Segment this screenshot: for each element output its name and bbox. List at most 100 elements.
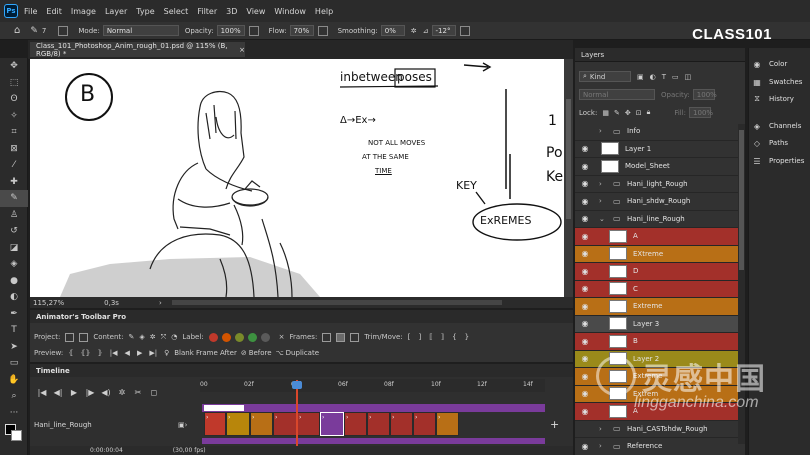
lock-artboard-icon[interactable]: ⊡ <box>636 109 642 117</box>
playhead[interactable] <box>296 380 298 455</box>
layer-row[interactable]: ◉ › ▭ Hani_shdw_Rough <box>575 193 738 211</box>
angle-field[interactable]: -12° <box>431 25 456 36</box>
clone-stamp-icon[interactable]: ♙ <box>0 207 28 224</box>
timeline-frame[interactable]: › <box>344 412 367 436</box>
menu-layer[interactable]: Layer <box>105 7 127 16</box>
lock-pixels-icon[interactable]: ▦ <box>602 109 609 117</box>
pressure-size-icon[interactable] <box>459 25 470 36</box>
visibility-eye-icon[interactable]: ◉ <box>575 228 595 245</box>
zoom-tool-icon[interactable]: ⌕ <box>0 388 28 405</box>
dock-paths[interactable]: ◇ Paths <box>752 138 788 148</box>
preview-next-icon[interactable]: ▶| <box>149 349 157 357</box>
frames-new-icon[interactable] <box>322 332 332 342</box>
status-arrow-icon[interactable]: › <box>159 299 162 307</box>
zoom-level[interactable]: 115,27% <box>33 299 64 307</box>
trim-right-icon[interactable]: } <box>465 333 469 341</box>
content-lock-icon[interactable]: ◔ <box>171 333 177 341</box>
duplicate-button[interactable]: Duplicate <box>286 349 319 357</box>
pen-tool-icon[interactable]: ✒ <box>0 306 28 323</box>
color-swatches[interactable] <box>0 421 28 445</box>
visibility-eye-icon[interactable]: ◉ <box>575 403 595 420</box>
filter-shape-icon[interactable]: ▭ <box>672 73 679 81</box>
brush-size[interactable]: 7 <box>42 27 46 35</box>
layer-row[interactable]: ◉ › ▭ Reference <box>575 438 738 455</box>
timecode[interactable]: 0:00:00:04 <box>90 447 123 454</box>
label-red[interactable] <box>208 332 218 342</box>
group-chevron-icon[interactable]: › <box>599 180 607 188</box>
visibility-eye-icon[interactable]: ◉ <box>575 351 595 368</box>
group-chevron-icon[interactable]: › <box>599 425 607 433</box>
preview-back-icon[interactable]: ◀ <box>125 349 130 357</box>
preview-prev-icon[interactable]: |◀ <box>110 349 118 357</box>
onion-skin-icon[interactable]: ♀ <box>164 349 169 357</box>
track-frame-white[interactable] <box>204 405 244 411</box>
menu-file[interactable]: File <box>24 7 37 16</box>
audio-icon[interactable]: ◀) <box>98 388 114 397</box>
layer-row[interactable]: › ▭ Info <box>575 123 738 141</box>
visibility-eye-icon[interactable]: ◉ <box>575 246 595 263</box>
lock-all-icon[interactable]: 🔒︎ <box>647 108 651 117</box>
layers-scrollbar-thumb[interactable] <box>739 130 744 270</box>
blur-tool-icon[interactable]: ● <box>0 273 28 290</box>
lock-move-icon[interactable]: ✥ <box>625 109 631 117</box>
preview-end-icon[interactable]: ⦄ <box>98 349 103 357</box>
dock-history[interactable]: ⧖ History <box>752 94 794 104</box>
layer-row[interactable]: ◉ Layer 3 <box>575 315 738 333</box>
filter-pixel-icon[interactable]: ▣ <box>637 73 644 81</box>
scrollbar-thumb[interactable] <box>566 99 571 219</box>
filter-adjust-icon[interactable]: ◐ <box>650 73 656 81</box>
label-olive[interactable] <box>234 332 244 342</box>
menu-image[interactable]: Image <box>71 7 96 16</box>
next-frame-icon[interactable]: |▶ <box>82 388 98 397</box>
trim-left-icon[interactable]: { <box>452 333 456 341</box>
content-pen-icon[interactable]: ✎ <box>129 333 135 341</box>
filter-smart-icon[interactable]: ◫ <box>685 73 692 81</box>
playhead-handle[interactable] <box>292 381 302 389</box>
visibility-eye-icon[interactable]: ◉ <box>575 438 595 455</box>
trim-extend-icon[interactable]: ⟧ <box>441 333 444 341</box>
timeline-frame[interactable]: › <box>436 412 459 436</box>
visibility-eye-icon[interactable]: ◉ <box>575 333 595 350</box>
dodge-tool-icon[interactable]: ◐ <box>0 289 28 306</box>
trim-start-icon[interactable]: [ <box>408 333 411 341</box>
label-clear-icon[interactable]: × <box>279 333 285 341</box>
rectangle-tool-icon[interactable]: ▭ <box>0 355 28 372</box>
visibility-eye-icon[interactable]: ◉ <box>575 193 595 210</box>
preview-loop-icon[interactable]: ⦃⦄ <box>80 349 90 357</box>
timeline-frame[interactable]: › <box>367 412 390 436</box>
layer-row[interactable]: ◉ C <box>575 280 738 298</box>
layer-row[interactable]: ◉ Layer 1 <box>575 140 738 158</box>
document-tab[interactable]: Class_101_Photoshop_Anim_rough_01.psd @ … <box>30 42 245 58</box>
group-chevron-icon[interactable]: › <box>599 127 607 135</box>
opacity-field[interactable]: 100% <box>216 25 245 36</box>
go-to-first-frame-icon[interactable]: |◀ <box>34 388 50 397</box>
horizontal-scrollbar[interactable] <box>171 300 502 305</box>
pressure-opacity-icon[interactable] <box>248 25 259 36</box>
dock-channels[interactable]: ◈ Channels <box>752 121 801 131</box>
visibility-eye-icon[interactable]: ◉ <box>575 263 595 280</box>
smoothing-field[interactable]: 0% <box>380 25 405 36</box>
layer-row[interactable]: ◉ B <box>575 333 738 351</box>
close-icon[interactable]: × <box>239 46 245 54</box>
timeline-ruler[interactable]: 00 02f 04f 06f 08f 10f 12f 14f <box>200 379 545 392</box>
airbrush-icon[interactable] <box>317 25 328 36</box>
eraser-icon[interactable]: ◪ <box>0 240 28 257</box>
content-gear-icon[interactable]: ✲ <box>150 333 156 341</box>
project-open-icon[interactable] <box>65 332 75 342</box>
previous-frame-icon[interactable]: ◀| <box>50 388 66 397</box>
path-select-icon[interactable]: ➤ <box>0 339 28 356</box>
lock-paint-icon[interactable]: ✎ <box>614 109 620 117</box>
timeline-frame[interactable]: › <box>390 412 413 436</box>
visibility-eye-icon[interactable]: ◉ <box>575 158 595 175</box>
more-tools-icon[interactable]: ··· <box>0 405 28 422</box>
timeline-frame[interactable]: › <box>250 412 273 436</box>
hand-tool-icon[interactable]: ✋ <box>0 372 28 389</box>
eyedropper-icon[interactable]: ⁄ <box>0 157 28 174</box>
visibility-eye-icon[interactable] <box>575 421 595 438</box>
smoothing-settings-icon[interactable]: ✲ <box>411 27 417 35</box>
split-icon[interactable]: ✂ <box>130 388 146 397</box>
layer-row[interactable]: ◉ ⌄ ▭ Hani_line_Rough <box>575 210 738 228</box>
content-expand-icon[interactable]: ⤧ <box>161 333 167 342</box>
mode-select[interactable]: Normal <box>102 25 179 36</box>
settings-icon[interactable]: ✲ <box>114 388 130 397</box>
